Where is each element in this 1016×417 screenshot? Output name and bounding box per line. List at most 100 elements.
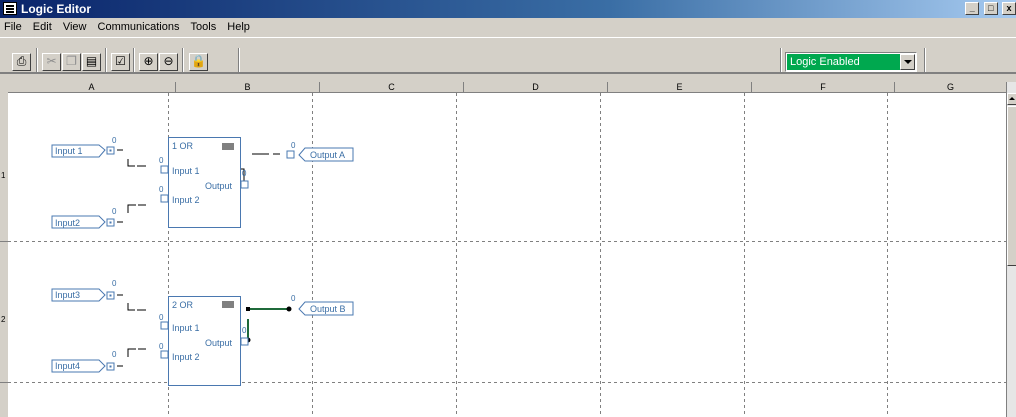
- paste-button[interactable]: ▤: [82, 53, 101, 71]
- pin-icon[interactable]: [160, 165, 169, 174]
- column-header-e[interactable]: E: [608, 82, 752, 93]
- zoom-out-icon: ⊖: [163, 54, 174, 68]
- scroll-thumb[interactable]: [1007, 106, 1016, 266]
- input-tag[interactable]: Input2 0: [51, 207, 117, 229]
- input-tag[interactable]: Input3 0: [51, 279, 117, 302]
- pin-icon[interactable]: [160, 194, 169, 203]
- title-bar: Logic Editor _ □ x: [0, 0, 1016, 18]
- copy-button[interactable]: ❐: [62, 53, 81, 71]
- toolbar-separator: [36, 48, 38, 72]
- column-header-d[interactable]: D: [464, 82, 608, 93]
- output-tag-label: Output B: [310, 304, 346, 314]
- menu-communications[interactable]: Communications: [94, 18, 184, 36]
- row-headers: 1 2: [0, 93, 8, 417]
- input-tag-label: Input2: [55, 218, 80, 228]
- print-button[interactable]: ⎙: [12, 53, 31, 71]
- block-header: 2 OR: [172, 300, 194, 310]
- chevron-down-icon[interactable]: [900, 54, 915, 70]
- menu-bar: File Edit View Communications Tools Help: [0, 18, 1016, 36]
- input-tag-label: Input 1: [55, 146, 83, 156]
- close-button[interactable]: x: [1002, 2, 1016, 15]
- edit-check-button[interactable]: ☑: [111, 53, 130, 71]
- block-header: 1 OR: [172, 141, 194, 151]
- logic-mode-value: Logic Enabled: [787, 54, 901, 70]
- cut-button[interactable]: ✂: [42, 53, 61, 71]
- pin-icon[interactable]: [240, 337, 249, 346]
- pin-dot-icon: [109, 365, 112, 368]
- menu-file[interactable]: File: [0, 18, 26, 36]
- window-controls: _ □ x: [964, 2, 1016, 16]
- block-input-value: 0: [159, 342, 164, 351]
- block-output-label: Output: [205, 181, 233, 191]
- paste-icon: ▤: [85, 54, 98, 68]
- input-tag-label: Input4: [55, 361, 80, 371]
- toolbar-separator: [105, 48, 107, 72]
- row-header-label: 1: [1, 171, 6, 180]
- scroll-up-button[interactable]: [1007, 93, 1016, 105]
- column-header-f[interactable]: F: [752, 82, 895, 93]
- cut-icon: ✂: [46, 54, 57, 68]
- selected-wire[interactable]: [245, 306, 292, 343]
- wire-node-icon[interactable]: [286, 306, 292, 312]
- block-output-value: 0: [242, 326, 247, 335]
- menu-help[interactable]: Help: [223, 18, 254, 36]
- block-input-label: Input 1: [172, 323, 200, 333]
- output-tag[interactable]: 0 Output A: [286, 141, 354, 162]
- lock-icon: 🔒: [191, 54, 206, 68]
- toolbar-separator: [182, 48, 184, 72]
- output-tag[interactable]: 0 Output B: [291, 294, 354, 316]
- pin-dot-icon: [109, 294, 112, 297]
- wire-handle-icon[interactable]: [246, 307, 250, 311]
- minimize-button[interactable]: _: [965, 2, 980, 15]
- column-header-b[interactable]: B: [176, 82, 320, 93]
- pin-icon[interactable]: [160, 350, 169, 359]
- input-tag[interactable]: Input4 0: [51, 350, 117, 373]
- pin-icon[interactable]: [160, 321, 169, 330]
- block-setup-icon[interactable]: [222, 143, 234, 150]
- menu-view[interactable]: View: [59, 18, 91, 36]
- column-headers: A B C D E F G: [8, 82, 1006, 93]
- toolbar-separator: [924, 48, 926, 72]
- input-tag-label: Input3: [55, 290, 80, 300]
- or-block[interactable]: 2 OR Input 1 Input 2 Output 0 0 0: [159, 296, 249, 386]
- block-input-value: 0: [159, 185, 164, 194]
- row-header-1[interactable]: 1: [0, 93, 8, 242]
- menu-edit[interactable]: Edit: [29, 18, 56, 36]
- logic-grid[interactable]: A B C D E F G Input 1 0 Input2 0 1 OR In…: [0, 82, 1006, 417]
- grid-top-strip: [0, 73, 1016, 82]
- input-tag[interactable]: Input 1 0: [51, 136, 117, 158]
- window-title: Logic Editor: [21, 2, 91, 16]
- zoom-out-button[interactable]: ⊖: [159, 53, 178, 71]
- column-header-c[interactable]: C: [320, 82, 464, 93]
- logic-row-2: Input3 0 Input4 0 2 OR Input 1 Input 2 O…: [51, 279, 354, 386]
- toolbar-separator: [780, 48, 782, 72]
- or-block[interactable]: 1 OR Input 1 Input 2 Output 0 0 0: [159, 137, 249, 228]
- pin-icon[interactable]: [240, 180, 249, 189]
- grid-lines: [8, 93, 1006, 417]
- pin-dot-icon: [109, 221, 112, 224]
- menu-tools[interactable]: Tools: [187, 18, 221, 36]
- toolbar-separator: [238, 48, 240, 72]
- wire[interactable]: [117, 294, 146, 367]
- column-header-g[interactable]: G: [895, 82, 1006, 93]
- pin-icon: [286, 150, 295, 159]
- block-output-label: Output: [205, 338, 233, 348]
- app-icon: [3, 2, 17, 15]
- output-tag-label: Output A: [310, 150, 345, 160]
- vertical-scrollbar[interactable]: [1006, 82, 1016, 417]
- zoom-in-icon: ⊕: [143, 54, 154, 68]
- row-header-2[interactable]: 2: [0, 242, 8, 383]
- toolbar: ⎙ ✂ ❐ ▤ ☑ ⊕ ⊖ 🔒 Logic Enabled: [0, 37, 1016, 73]
- zoom-in-button[interactable]: ⊕: [139, 53, 158, 71]
- block-setup-icon[interactable]: [222, 301, 234, 308]
- output-tag-value: 0: [291, 141, 296, 150]
- block-input-value: 0: [159, 313, 164, 322]
- lock-button[interactable]: 🔒: [189, 53, 208, 71]
- maximize-button[interactable]: □: [983, 2, 998, 15]
- column-header-a[interactable]: A: [8, 82, 176, 93]
- input-tag-value: 0: [112, 279, 117, 288]
- block-input-value: 0: [159, 156, 164, 165]
- logic-row-1: Input 1 0 Input2 0 1 OR Input 1 Input 2 …: [51, 136, 354, 229]
- logic-canvas[interactable]: Input 1 0 Input2 0 1 OR Input 1 Input 2 …: [8, 93, 1006, 417]
- logic-mode-select[interactable]: Logic Enabled: [785, 52, 917, 72]
